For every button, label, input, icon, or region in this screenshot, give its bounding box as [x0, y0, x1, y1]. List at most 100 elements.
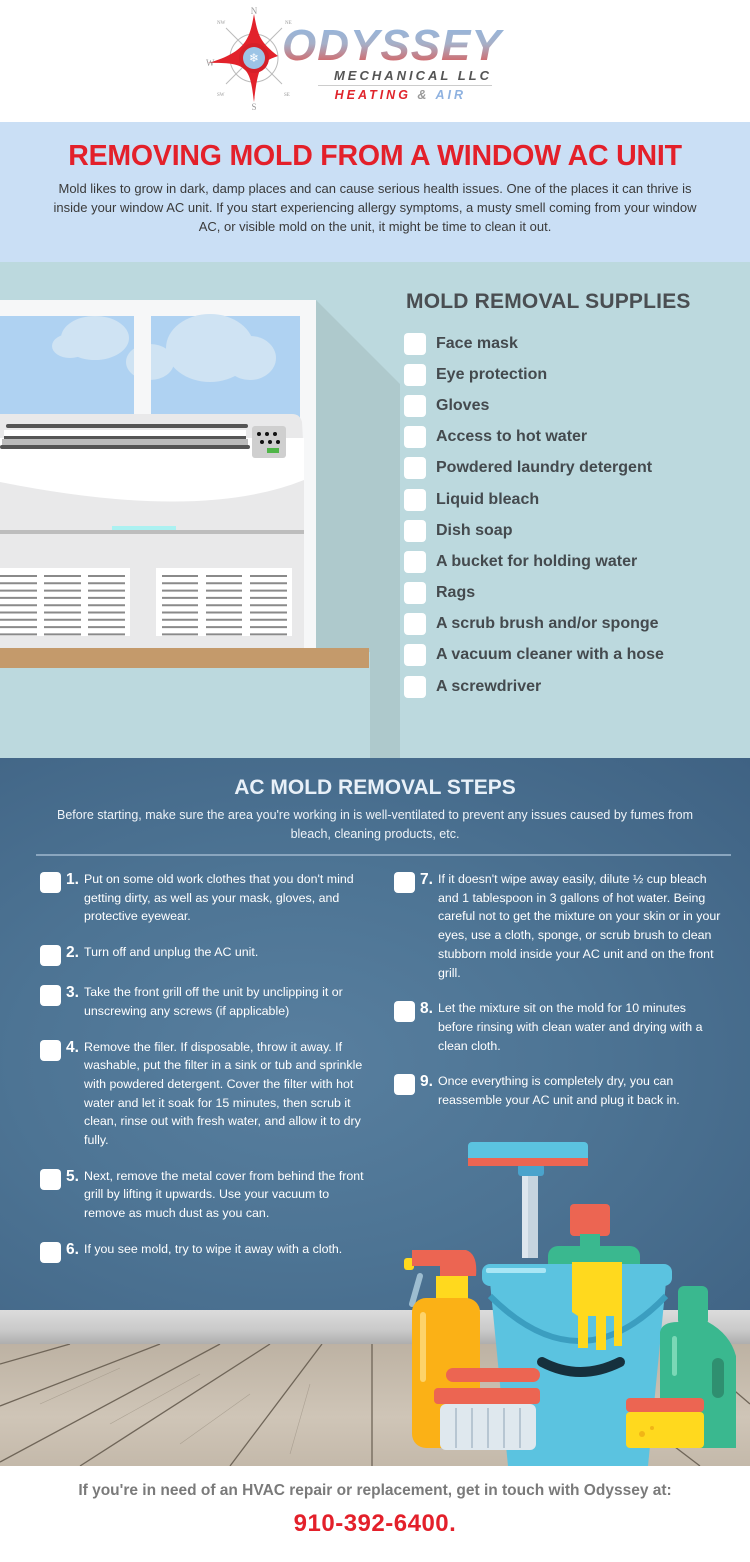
svg-text:❄: ❄: [249, 51, 259, 65]
supply-checkbox[interactable]: [404, 582, 426, 605]
footer: If you're in need of an HVAC repair or r…: [0, 1466, 750, 1562]
supply-checkbox[interactable]: [404, 519, 426, 542]
compass-label-sw: SW: [217, 93, 225, 98]
step-item: 4. Remove the filer. If disposable, throw…: [40, 1038, 370, 1150]
step-text: If it doesn't wipe away easily, dilute ½…: [438, 872, 721, 980]
supply-label: Rags: [436, 584, 476, 602]
supply-label: Dish soap: [436, 521, 513, 539]
step-item: 6. If you see mold, try to wipe it away w…: [40, 1240, 370, 1263]
step-text: Take the front grill off the unit by unc…: [84, 985, 343, 1018]
brand-tagline: HEATING & AIR: [282, 88, 512, 102]
supply-item: Rags: [404, 578, 664, 609]
compass-label-n: N: [251, 6, 258, 16]
cleaning-supplies-illustration: [404, 1142, 736, 1466]
step-item: 2. Turn off and unplug the AC unit.: [40, 943, 370, 967]
supply-item: Access to hot water: [404, 422, 664, 453]
brand-subtitle: MECHANICAL LLC: [333, 68, 492, 83]
supply-item: Powdered laundry detergent: [404, 453, 664, 484]
supply-checkbox[interactable]: [404, 488, 426, 511]
supply-label: Liquid bleach: [436, 490, 540, 508]
step-number: 6.: [66, 1240, 79, 1258]
supplies-title: MOLD REMOVAL SUPPLIES: [406, 290, 691, 313]
supply-item: Dish soap: [404, 515, 664, 546]
footer-cta: If you're in need of an HVAC repair or r…: [78, 1482, 672, 1499]
supply-label: Eye protection: [436, 365, 548, 383]
step-item: 3. Take the front grill off the unit by u…: [40, 983, 370, 1020]
step-number: 8.: [420, 1000, 433, 1018]
step-checkbox[interactable]: [394, 1074, 415, 1096]
step-checkbox[interactable]: [40, 1241, 61, 1263]
logo-header: ❄ N NE NW W SW SE S ODYSSEY MECHANICAL L…: [0, 0, 750, 122]
step-checkbox[interactable]: [40, 1039, 61, 1061]
step-text: Once everything is completely dry, you c…: [438, 1074, 680, 1108]
supply-checkbox[interactable]: [404, 675, 426, 698]
step-number: 4.: [66, 1038, 79, 1056]
supply-checkbox[interactable]: [404, 363, 426, 386]
step-checkbox[interactable]: [40, 872, 61, 893]
step-checkbox[interactable]: [394, 1001, 415, 1023]
wall-shadow: [316, 300, 400, 758]
step-text: Put on some old work clothes that you do…: [84, 872, 354, 924]
step-item: 9. Once everything is completely dry, you…: [394, 1072, 724, 1109]
step-number: 7.: [420, 871, 433, 888]
phone-number-link[interactable]: 910-392-6400.: [0, 1510, 750, 1538]
steps-column-right: 7. If it doesn't wipe away easily, dilute…: [394, 870, 724, 1127]
page-title: REMOVING MOLD FROM A WINDOW AC UNIT: [68, 140, 682, 172]
step-text: If you see mold, try to wipe it away wit…: [84, 1241, 343, 1256]
supply-checkbox[interactable]: [404, 644, 426, 667]
step-checkbox[interactable]: [40, 1168, 61, 1190]
step-number: 9.: [420, 1073, 433, 1091]
supply-item: Face mask: [404, 328, 664, 359]
supply-label: A screwdriver: [436, 677, 542, 695]
step-item: 5. Next, remove the metal cover from behi…: [40, 1167, 370, 1223]
mop-icon: [468, 1142, 588, 1258]
step-number: 1.: [66, 871, 79, 888]
brand-divider: [318, 85, 492, 86]
window-sill: [0, 648, 369, 668]
supply-label: Access to hot water: [436, 428, 588, 446]
supply-item: A scrub brush and/or sponge: [404, 609, 664, 640]
supply-checkbox[interactable]: [404, 550, 426, 573]
steps-divider: [36, 854, 731, 856]
supply-label: A vacuum cleaner with a hose: [436, 646, 664, 664]
intro-section: REMOVING MOLD FROM A WINDOW AC UNIT Mold…: [0, 122, 750, 262]
supply-checkbox[interactable]: [404, 457, 426, 480]
supply-item: Gloves: [404, 390, 664, 421]
tagline-air: AIR: [435, 88, 466, 102]
supply-item: Eye protection: [404, 359, 664, 390]
step-checkbox[interactable]: [394, 872, 415, 893]
step-text: Next, remove the metal cover from behind…: [84, 1168, 364, 1221]
glove-icon: [572, 1262, 622, 1350]
compass-label-s: S: [251, 102, 256, 110]
step-text: Let the mixture sit on the mold for 10 m…: [438, 1001, 703, 1053]
step-item: 7. If it doesn't wipe away easily, dilute…: [394, 870, 724, 982]
supply-label: A scrub brush and/or sponge: [436, 615, 659, 633]
ac-power-indicator: [267, 448, 279, 453]
supply-checkbox[interactable]: [404, 394, 426, 417]
supply-label: Gloves: [436, 396, 490, 414]
supply-item: Liquid bleach: [404, 484, 664, 515]
supply-checkbox[interactable]: [404, 332, 426, 355]
supply-label: Face mask: [436, 334, 518, 352]
step-number: 5.: [66, 1167, 79, 1185]
step-number: 2.: [66, 944, 79, 962]
steps-column-left: 1. Put on some old work clothes that you …: [40, 870, 370, 1280]
steps-title: AC MOLD REMOVAL STEPS: [234, 776, 516, 799]
intro-paragraph: Mold likes to grow in dark, damp places …: [53, 181, 697, 234]
supplies-checklist: Face mask Eye protection Gloves Access to h…: [404, 328, 664, 702]
step-item: 8. Let the mixture sit on the mold for 10…: [394, 999, 724, 1055]
supply-checkbox[interactable]: [404, 613, 426, 636]
step-checkbox[interactable]: [40, 985, 61, 1007]
tagline-amp: &: [417, 88, 430, 102]
step-checkbox[interactable]: [40, 945, 61, 967]
brand-name: ODYSSEY: [282, 24, 512, 68]
supply-checkbox[interactable]: [404, 426, 426, 449]
supply-label: A bucket for holding water: [436, 552, 638, 570]
supply-item: A vacuum cleaner with a hose: [404, 640, 664, 671]
supply-item: A screwdriver: [404, 671, 664, 702]
supply-label: Powdered laundry detergent: [436, 459, 653, 477]
window-ac-unit-illustration: [0, 300, 400, 758]
step-text: Turn off and unplug the AC unit.: [84, 945, 259, 960]
steps-intro: Before starting, make sure the area you'…: [56, 808, 694, 841]
step-text: Remove the filer. If disposable, throw i…: [84, 1039, 363, 1148]
